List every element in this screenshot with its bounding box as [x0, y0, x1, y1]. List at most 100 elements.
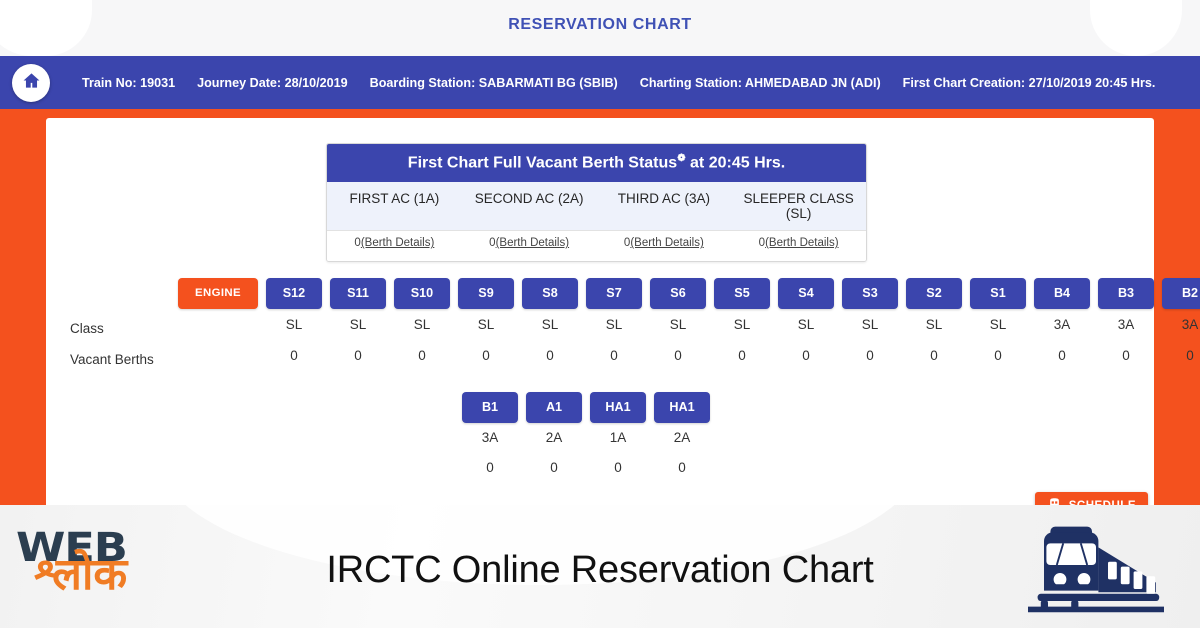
coach-column: B3 3A 0 [1098, 278, 1154, 371]
coach-vacant-s8: 0 [546, 348, 554, 363]
coach-class-s7: SL [605, 317, 623, 332]
coach-vacant-s3: 0 [866, 348, 874, 363]
vacant-card-title-suffix: at 20:45 Hrs. [685, 154, 786, 172]
coach-class-s5: SL [733, 317, 751, 332]
coach-column: S5 SL 0 [714, 278, 770, 371]
coach-class-ha1-1a: 1A [609, 430, 627, 445]
coach-chip-s6[interactable]: S6 [650, 278, 706, 309]
coach-chip-b2[interactable]: B2 [1162, 278, 1200, 309]
coach-column: S8 SL 0 [522, 278, 578, 371]
coach-chip-s9[interactable]: S9 [458, 278, 514, 309]
coach-composition: Class Vacant Berths ENGINE S12 SL 0 S11 SL 0… [46, 278, 1200, 483]
coach-vacant-s9: 0 [482, 348, 490, 363]
coach-column: S4 SL 0 [778, 278, 834, 371]
coach-vacant-s1: 0 [994, 348, 1002, 363]
coach-column: B1 3A 0 [462, 392, 518, 483]
engine-class-blank [178, 309, 258, 340]
coach-chip-s4[interactable]: S4 [778, 278, 834, 309]
coach-chip-b4[interactable]: B4 [1034, 278, 1090, 309]
coach-chip-s3[interactable]: S3 [842, 278, 898, 309]
coach-column: B4 3A 0 [1034, 278, 1090, 371]
coach-class-s6: SL [669, 317, 687, 332]
berth-details-link-2a[interactable]: (Berth Details) [496, 237, 570, 249]
journey-info-bar: Train No: 19031 Journey Date: 28/10/2019… [0, 56, 1200, 109]
berth-details-link-3a[interactable]: (Berth Details) [630, 237, 704, 249]
coach-row-labels: Class Vacant Berths [70, 278, 170, 375]
vacant-card-title-star: ❁ [677, 153, 686, 164]
reservation-chart-page: RESERVATION CHART Train No: 19031 Journe… [0, 0, 1200, 628]
coach-column: S12 SL 0 [266, 278, 322, 371]
coach-vacant-s5: 0 [738, 348, 746, 363]
coach-row-secondary: B1 3A 0 A1 2A 0 HA1 1A 0 HA1 2A 0 [46, 392, 1154, 483]
coach-vacant-b3: 0 [1122, 348, 1130, 363]
vacant-count-cell-sl: 0(Berth Details) [731, 237, 866, 249]
coach-vacant-s7: 0 [610, 348, 618, 363]
coach-column: B2 3A 0 [1162, 278, 1200, 371]
vacant-class-sl: SLEEPER CLASS (SL) [743, 191, 854, 222]
coach-column: S11 SL 0 [330, 278, 386, 371]
top-strip: RESERVATION CHART [0, 0, 1200, 56]
coach-vacant-s4: 0 [802, 348, 810, 363]
coach-chip-ha1-2a[interactable]: HA1 [654, 392, 710, 423]
coach-vacant-s6: 0 [674, 348, 682, 363]
coach-column: S3 SL 0 [842, 278, 898, 371]
coach-chip-s11[interactable]: S11 [330, 278, 386, 309]
coach-column: A1 2A 0 [526, 392, 582, 483]
coach-column: S2 SL 0 [906, 278, 962, 371]
coach-class-s9: SL [477, 317, 495, 332]
home-button[interactable] [12, 63, 50, 102]
orange-frame: First Chart Full Vacant Berth Status❁ at… [0, 109, 1200, 520]
coach-class-s1: SL [989, 317, 1007, 332]
coach-chip-s1[interactable]: S1 [970, 278, 1026, 309]
coach-column: S10 SL 0 [394, 278, 450, 371]
coach-vacant-s12: 0 [290, 348, 298, 363]
train-front-icon [1020, 517, 1180, 621]
coach-vacant-ha1-1a: 0 [614, 460, 622, 475]
coach-vacant-s2: 0 [930, 348, 938, 363]
coach-class-b2: 3A [1181, 317, 1199, 332]
vacant-count-cell-1a: 0(Berth Details) [327, 237, 462, 249]
coach-column: S1 SL 0 [970, 278, 1026, 371]
coach-row-primary: Class Vacant Berths ENGINE S12 SL 0 S11 SL 0… [46, 278, 1200, 375]
coach-class-s10: SL [413, 317, 431, 332]
home-icon [22, 71, 41, 95]
coach-vacant-s11: 0 [354, 348, 362, 363]
vacant-class-header-row: FIRST AC (1A) SECOND AC (2A) THIRD AC (3… [327, 182, 866, 232]
vacant-count-cell-2a: 0(Berth Details) [462, 237, 597, 249]
coach-chip-s10[interactable]: S10 [394, 278, 450, 309]
coach-class-s8: SL [541, 317, 559, 332]
coach-chip-s5[interactable]: S5 [714, 278, 770, 309]
coach-class-b1: 3A [481, 430, 499, 445]
page-title: RESERVATION CHART [508, 16, 692, 33]
coach-class-b3: 3A [1117, 317, 1135, 332]
coach-class-ha1-2a: 2A [673, 430, 691, 445]
coach-vacant-s10: 0 [418, 348, 426, 363]
coach-vacant-b1: 0 [486, 460, 494, 475]
label-class: Class [70, 321, 104, 336]
berth-details-link-1a[interactable]: (Berth Details) [361, 237, 435, 249]
first-chart-creation: First Chart Creation: 27/10/2019 20:45 H… [902, 75, 1156, 90]
train-no: Train No: 19031 [82, 75, 176, 90]
coach-chip-b1[interactable]: B1 [462, 392, 518, 423]
journey-date: Journey Date: 28/10/2019 [197, 75, 348, 90]
coach-class-s12: SL [285, 317, 303, 332]
berth-details-link-sl[interactable]: (Berth Details) [765, 237, 839, 249]
bottom-banner: WEB श्लोक IRCTC Online Reservation Chart [0, 505, 1200, 628]
coach-chip-s7[interactable]: S7 [586, 278, 642, 309]
coach-column: HA1 2A 0 [654, 392, 710, 483]
coach-chip-s2[interactable]: S2 [906, 278, 962, 309]
engine-chip[interactable]: ENGINE [178, 278, 258, 309]
coach-chip-s8[interactable]: S8 [522, 278, 578, 309]
coach-column: S7 SL 0 [586, 278, 642, 371]
vacant-berth-status-card: First Chart Full Vacant Berth Status❁ at… [326, 143, 867, 263]
vacant-card-title-prefix: First Chart Full Vacant Berth Status [407, 154, 678, 172]
label-vacant-berths: Vacant Berths [70, 352, 154, 367]
coach-chip-b3[interactable]: B3 [1098, 278, 1154, 309]
engine-column: ENGINE [178, 278, 258, 371]
coach-chip-a1[interactable]: A1 [526, 392, 582, 423]
coach-chip-ha1-1a[interactable]: HA1 [590, 392, 646, 423]
coach-chip-s12[interactable]: S12 [266, 278, 322, 309]
vacant-class-2a: SECOND AC (2A) [474, 191, 584, 207]
coach-class-b4: 3A [1053, 317, 1071, 332]
vacant-class-3a: THIRD AC (3A) [617, 191, 710, 207]
